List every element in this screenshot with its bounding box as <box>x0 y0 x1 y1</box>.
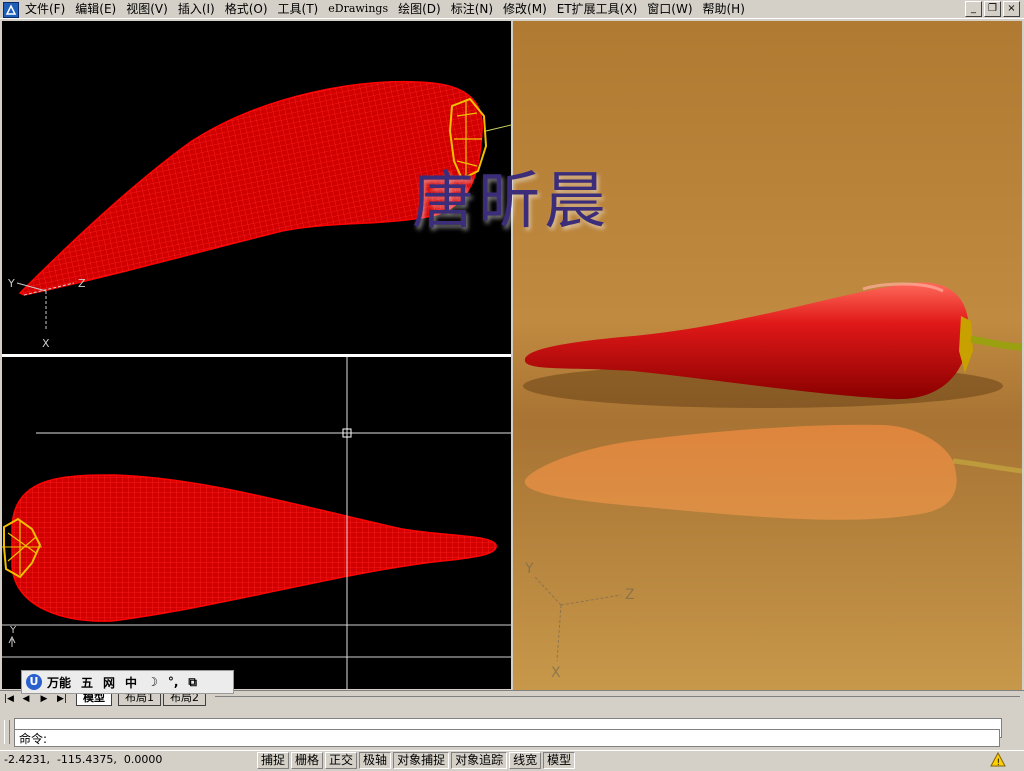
half-width-icon[interactable]: ☽ <box>142 675 163 689</box>
coordinate-readout: -2.4231, -115.4375, 0.0000 <box>4 753 163 766</box>
first-tab-icon[interactable]: |◀ <box>3 693 15 705</box>
axis-label-x: X <box>551 665 561 681</box>
status-bar: -2.4231, -115.4375, 0.0000 捕捉 栅格 正交 极轴 对象捕捉对… <box>0 750 1024 769</box>
menu-item-4[interactable]: 格式(O) <box>220 1 273 17</box>
watermark-text: 唐昕晨 <box>412 164 611 237</box>
status-toggles: 捕捉 栅格 正交 极轴 对象捕捉 对象追踪 线宽 模型 <box>257 752 577 769</box>
ime-mode-wubi[interactable]: 五 <box>76 674 98 691</box>
axis-label-y: Y <box>7 277 15 290</box>
status-toggle-2[interactable]: 正交 <box>325 752 358 769</box>
app-icon[interactable] <box>3 2 19 18</box>
menu-item-5[interactable]: 工具(T) <box>273 1 324 17</box>
warning-icon[interactable]: ! <box>990 751 1006 768</box>
wireframe-top-view: Y <box>2 357 511 689</box>
command-area: 命令: <box>0 708 1024 748</box>
menu-item-12[interactable]: 帮助(H) <box>698 1 750 17</box>
command-line-input[interactable]: 命令: <box>14 729 1000 747</box>
status-toggle-6[interactable]: 线宽 <box>509 752 542 769</box>
menu-item-9[interactable]: 修改(M) <box>498 1 552 17</box>
prev-tab-icon[interactable]: ◀ <box>20 693 32 705</box>
menu-item-8[interactable]: 标注(N) <box>446 1 498 17</box>
rendered-pepper: Y Z X <box>523 282 1022 681</box>
soft-keyboard-icon[interactable]: ⧉ <box>183 675 202 690</box>
next-tab-icon[interactable]: ▶ <box>38 693 50 705</box>
menu-item-2[interactable]: 视图(V) <box>121 1 173 17</box>
svg-text:!: ! <box>997 758 1001 768</box>
close-button[interactable]: × <box>1003 1 1020 17</box>
ucs-icon-bottom: Y <box>8 625 17 647</box>
menu-item-6[interactable]: eDrawings <box>323 1 393 17</box>
ime-mode-chinese[interactable]: 中 <box>120 674 142 691</box>
minimize-button[interactable]: _ <box>965 1 982 17</box>
status-toggle-7[interactable]: 模型 <box>543 752 576 769</box>
ime-toolbar[interactable]: U 万能 五 网 中 ☽ °, ⧉ <box>21 670 234 694</box>
punctuation-icon[interactable]: °, <box>163 675 184 689</box>
axis-label-x: X <box>42 337 50 350</box>
restore-button[interactable]: ❐ <box>984 1 1001 17</box>
menu-item-1[interactable]: 编辑(E) <box>70 1 121 17</box>
menu-items: 文件(F) 编辑(E) 视图(V) 插入(I) 格式(O) 工具(T) eDrawings 绘… <box>20 1 750 17</box>
menu-item-7[interactable]: 绘图(D) <box>393 1 446 17</box>
axis-label-y: Y <box>524 561 534 577</box>
menu-item-3[interactable]: 插入(I) <box>173 1 220 17</box>
status-toggle-4[interactable]: 对象捕捉 <box>393 752 450 769</box>
horizontal-scrollbar[interactable] <box>215 696 1020 704</box>
window-controls: _ ❐ × <box>965 1 1020 17</box>
ime-name[interactable]: 万能 <box>42 674 76 691</box>
menu-item-0[interactable]: 文件(F) <box>20 1 70 17</box>
axis-label-y: Y <box>9 625 17 636</box>
menu-item-10[interactable]: ET扩展工具(X) <box>552 1 643 17</box>
ime-logo-icon[interactable]: U <box>26 674 42 690</box>
status-toggle-0[interactable]: 捕捉 <box>257 752 290 769</box>
ime-mode-net[interactable]: 网 <box>98 674 120 691</box>
ucs-icon-render: Y Z X <box>524 561 635 681</box>
viewport-bottom-left[interactable]: Y <box>2 357 511 689</box>
viewport-render[interactable]: Y Z X <box>513 21 1022 690</box>
menu-bar: 文件(F) 编辑(E) 视图(V) 插入(I) 格式(O) 工具(T) eDrawings 绘… <box>0 0 1024 19</box>
status-toggle-3[interactable]: 极轴 <box>359 752 392 769</box>
menu-item-11[interactable]: 窗口(W) <box>642 1 697 17</box>
axis-label-z: Z <box>78 277 86 290</box>
status-toggle-1[interactable]: 栅格 <box>291 752 324 769</box>
axis-label-z: Z <box>625 587 635 603</box>
last-tab-icon[interactable]: ▶| <box>56 693 68 705</box>
status-toggle-5[interactable]: 对象追踪 <box>451 752 508 769</box>
command-grip[interactable] <box>4 720 10 744</box>
